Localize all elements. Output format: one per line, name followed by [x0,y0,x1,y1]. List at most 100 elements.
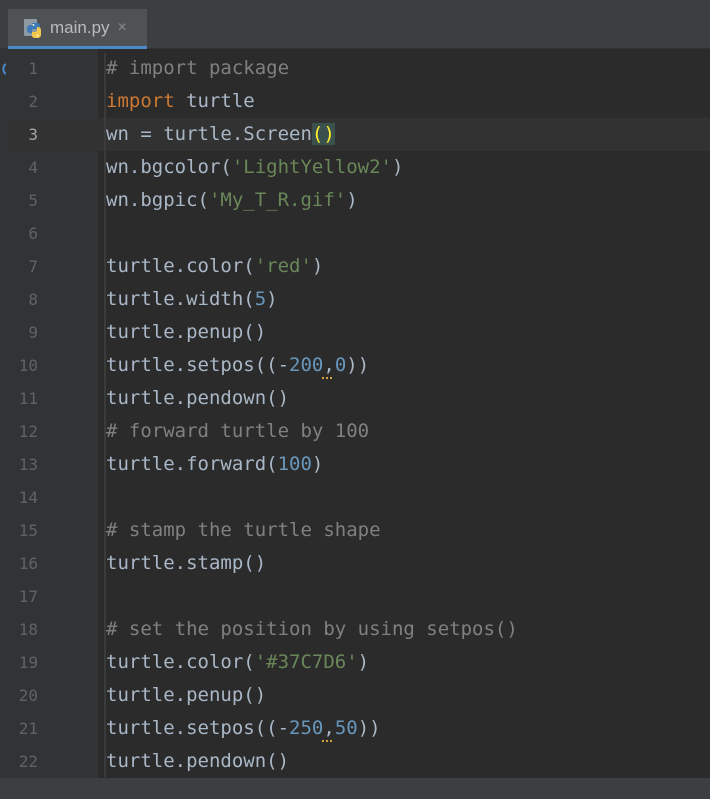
code-token: 5 [254,288,267,310]
code-token: turtle.penup() [106,321,267,343]
code-token: ) [311,453,324,475]
code-lines[interactable]: 1 # import package 2 import turtle 3 wn = tur… [0,52,710,778]
code-text: turtle.setpos((-250,50)) [106,712,381,745]
code-text: wn.bgcolor('LightYellow2') [106,151,403,184]
line-number: 2 [28,92,38,111]
code-token: 0 [334,354,347,376]
code-line[interactable]: 21 turtle.setpos((-250,50)) [0,712,710,745]
code-text: turtle.setpos((-200,0)) [106,349,369,382]
code-text: turtle.stamp() [106,547,266,580]
code-text: import turtle [106,85,255,118]
code-line[interactable]: 17 [0,580,710,613]
line-number: 14 [18,488,38,507]
code-text: turtle.width(5) [106,283,278,316]
line-number: 1 [28,59,38,78]
code-line[interactable]: 12 # forward turtle by 100 [0,415,710,448]
code-token: wn.bgpic( [106,189,209,211]
tab-main-py[interactable]: main.py × [8,9,147,49]
code-line[interactable]: 1 # import package [0,52,710,85]
line-number: 18 [18,620,38,639]
code-line[interactable]: 8 turtle.width(5) [0,283,710,316]
code-token: , [322,712,335,745]
line-number: 3 [28,125,38,144]
code-token: turtle.penup() [106,684,267,706]
code-token: , [322,349,335,382]
code-token: 100 [277,453,312,475]
code-token: )) [357,717,381,739]
code-line[interactable]: 20 turtle.penup() [0,679,710,712]
code-text: turtle.pendown() [106,382,289,415]
code-line[interactable]: 7 turtle.color('red') [0,250,710,283]
code-token: turtle.color( [106,255,255,277]
tab-filename: main.py [50,17,110,37]
line-number: 10 [18,356,38,375]
code-line[interactable]: 2 import turtle [0,85,710,118]
code-token: turtle.setpos((- [106,717,290,739]
code-token: 50 [334,717,358,739]
code-line[interactable]: 15 # stamp the turtle shape [0,514,710,547]
line-number: 9 [28,323,38,342]
window-top-strip [0,0,710,9]
code-token: 'My_T_R.gif' [208,189,347,211]
code-line[interactable]: 11 turtle.pendown() [0,382,710,415]
line-number: 22 [18,752,38,771]
code-line[interactable]: 13 turtle.forward(100) [0,448,710,481]
code-token: ) [392,156,404,178]
editor-tab-bar: main.py × [0,9,710,49]
code-text: turtle.forward(100) [106,448,323,481]
line-number: 5 [28,191,38,210]
code-token: turtle.forward( [106,453,278,475]
code-line[interactable]: 16 turtle.stamp() [0,547,710,580]
code-text: wn = turtle.Screen() [106,118,335,151]
code-token: 'red' [254,255,312,277]
code-token: 200 [289,354,324,376]
line-number: 7 [28,257,38,276]
editor-bottom-strip [0,778,710,799]
code-token: ) [266,288,278,310]
code-token: wn = turtle.Screen [106,123,312,145]
line-number: 21 [18,719,38,738]
code-line[interactable]: 18 # set the position by using setpos() [0,613,710,646]
code-line[interactable]: 3 wn = turtle.Screen() [0,118,710,151]
code-token: import [106,90,175,112]
code-token: # import package [106,57,290,79]
close-icon[interactable]: × [118,19,127,36]
code-text: turtle.color('#37C7D6') [106,646,369,679]
code-text: # set the position by using setpos() [106,613,518,646]
code-line[interactable]: 9 turtle.penup() [0,316,710,349]
code-token: 'LightYellow2' [231,156,392,178]
line-number: 15 [18,521,38,540]
code-text: # forward turtle by 100 [106,415,369,448]
code-text: # stamp the turtle shape [106,514,381,547]
code-line[interactable]: 14 [0,481,710,514]
code-line[interactable]: 4 wn.bgcolor('LightYellow2') [0,151,710,184]
code-line[interactable]: 5 wn.bgpic('My_T_R.gif') [0,184,710,217]
line-number: 11 [18,389,38,408]
code-token: '#37C7D6' [254,651,358,673]
line-number: 6 [28,224,38,243]
code-line[interactable]: 19 turtle.color('#37C7D6') [0,646,710,679]
code-token: ) [311,255,324,277]
line-number: 8 [28,290,38,309]
code-line[interactable]: 6 [0,217,710,250]
code-token: # stamp the turtle shape [106,519,381,541]
code-token: turtle.setpos((- [106,354,290,376]
code-token: turtle [174,90,255,112]
line-number: 19 [18,653,38,672]
code-text: turtle.color('red') [106,250,323,283]
code-text: turtle.penup() [106,316,266,349]
code-token: turtle.pendown() [106,387,290,409]
line-number: 13 [18,455,38,474]
python-file-icon [24,18,41,38]
code-token: () [311,123,335,145]
code-token: # set the position by using setpos() [106,618,518,640]
code-token: turtle.pendown() [106,750,290,772]
code-line[interactable]: 22 turtle.pendown() [0,745,710,778]
line-number: 12 [18,422,38,441]
code-token: ) [346,189,358,211]
code-token: )) [346,354,370,376]
code-line[interactable]: 10 turtle.setpos((-200,0)) [0,349,710,382]
code-token: turtle.width( [106,288,255,310]
code-token: turtle.color( [106,651,255,673]
code-token: 250 [289,717,324,739]
